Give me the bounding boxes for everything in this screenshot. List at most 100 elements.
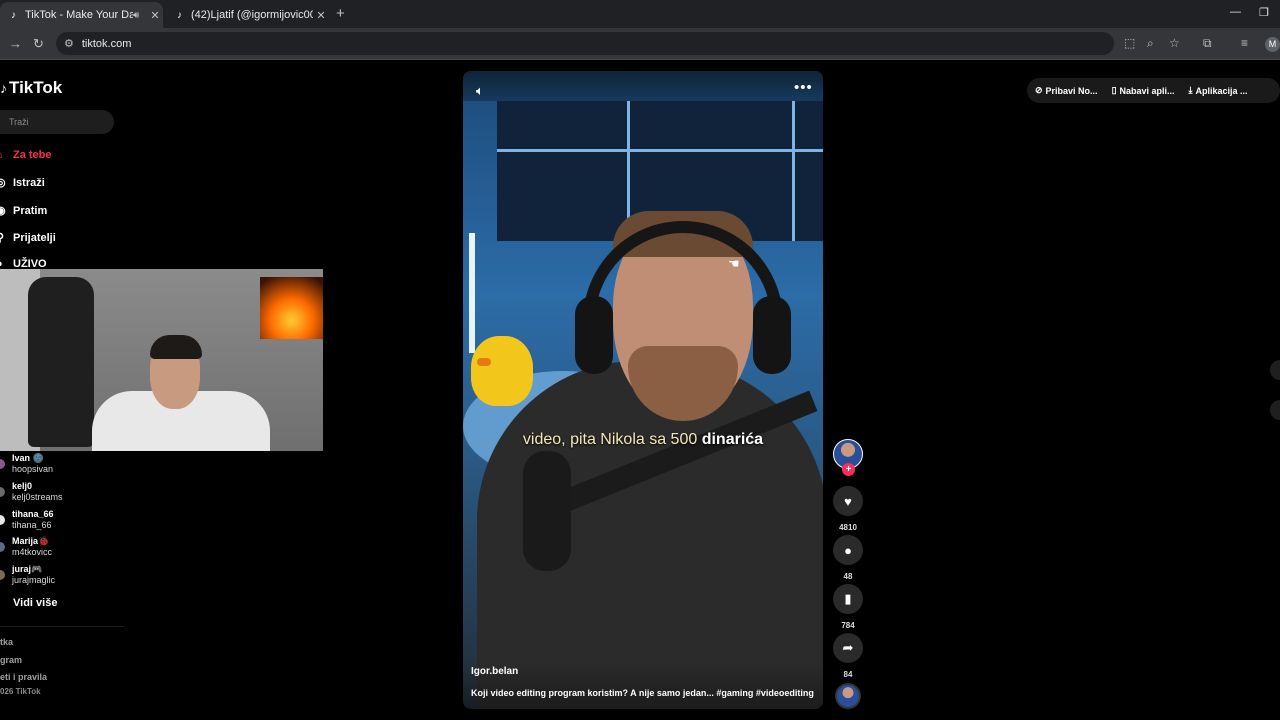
sidebar-item-label: Za tebe xyxy=(13,149,52,161)
sidebar-item-label: Istraži xyxy=(13,176,45,189)
tab-title: (42)Ljatif (@igormijovic00) | Tik xyxy=(191,9,313,21)
sidebar-item-following[interactable]: ◉ Pratim xyxy=(0,204,48,218)
sidebar-item-explore[interactable]: ◎ Istraži xyxy=(0,176,45,190)
account-handle: tihana_66 xyxy=(12,520,52,530)
following-account[interactable]: kelj0 kelj0streams xyxy=(0,481,63,503)
previous-video-button[interactable] xyxy=(1270,360,1280,380)
headphones-ear-left xyxy=(575,296,613,374)
button-label: Nabavi apli... xyxy=(1119,85,1175,96)
subtitle-bold: dinarića xyxy=(701,431,764,448)
like-button[interactable]: ♥ 4810 xyxy=(833,486,863,532)
save-button[interactable]: ▮ 784 xyxy=(833,584,863,630)
zoom-icon[interactable]: ⌕ xyxy=(1147,36,1154,51)
account-handle: m4tkovicc xyxy=(12,547,53,557)
close-tab-icon[interactable]: ✕ xyxy=(313,9,329,22)
avatar xyxy=(0,542,5,552)
video-description[interactable]: Koji video editing program koristim? A n… xyxy=(471,688,814,698)
webcam-overlay xyxy=(0,269,323,451)
microphone xyxy=(523,451,571,571)
avatar xyxy=(0,570,5,580)
webcam-person-hair xyxy=(150,335,202,359)
tab-profile[interactable]: ♪ (42)Ljatif (@igormijovic00) | Tik ✕ xyxy=(166,2,329,28)
account-handle: hoopsivan xyxy=(12,464,54,474)
sidebar-item-label: Prijatelji xyxy=(13,231,56,244)
comment-button[interactable]: ● 48 xyxy=(833,535,863,581)
close-tab-icon[interactable]: ✕ xyxy=(147,9,163,22)
footer-link[interactable]: gram xyxy=(0,655,22,665)
avatar xyxy=(0,459,5,469)
desktop-app-button[interactable]: ⤓ Aplikacija ... xyxy=(1189,85,1248,96)
video-player[interactable]: 🔈︎ ••• video, pita Nikola sa 500 dinarić… xyxy=(463,71,823,709)
follow-plus-icon[interactable]: + xyxy=(842,463,855,476)
more-options-icon[interactable]: ••• xyxy=(794,79,813,96)
comment-count: 48 xyxy=(843,572,853,581)
account-name: Marija🐞 xyxy=(12,536,50,546)
url-field[interactable]: ⚙ tiktok.com xyxy=(56,32,1114,55)
tab-tiktok[interactable]: ♪ TikTok - Make Your Day 🔊︎ ✕ xyxy=(0,2,163,28)
account-name: juraj🎮 xyxy=(12,564,43,574)
tab-title: TikTok - Make Your Day xyxy=(25,9,133,21)
bookmark-star-icon[interactable]: ☆ xyxy=(1169,36,1180,50)
following-account[interactable]: tihana_66 tihana_66 xyxy=(0,509,54,531)
panel-line xyxy=(792,101,795,241)
video-subtitle: video, pita Nikola sa 500 dinarića xyxy=(463,431,823,449)
button-label: Pribavi No... xyxy=(1045,85,1098,96)
account-name: Ivan 🌚 xyxy=(12,453,44,463)
logo-text: TikTok xyxy=(9,78,63,97)
account-handle: kelj0streams xyxy=(12,492,63,502)
video-top-strip xyxy=(463,71,823,101)
comment-icon[interactable]: ● xyxy=(833,535,863,565)
header-actions: ⊘ Pribavi No... ▯ Nabavi apli... ⤓ Aplikaci… xyxy=(1027,78,1280,103)
maximize-icon[interactable]: ❐ xyxy=(1259,6,1269,19)
tiktok-logo[interactable]: ♪ TikTok xyxy=(0,78,62,98)
sidebar-item-for-you[interactable]: ⌂ Za tebe xyxy=(0,149,52,161)
friends-icon: ⚲ xyxy=(0,232,5,244)
phone-icon: ▯ xyxy=(1111,85,1117,95)
mouse-cursor-icon: ☚ xyxy=(728,256,740,271)
minimize-icon[interactable]: — xyxy=(1230,6,1241,18)
extensions-icon[interactable]: ⧉ xyxy=(1203,36,1212,51)
reload-icon[interactable]: ↻ xyxy=(33,36,44,52)
webcam-coat xyxy=(28,277,94,447)
copyright: 026 TikTok xyxy=(0,687,41,696)
tiktok-favicon-icon: ♪ xyxy=(177,9,182,21)
media-controls-icon[interactable]: ≡ xyxy=(1241,36,1248,50)
heart-icon[interactable]: ♥ xyxy=(833,486,863,516)
get-app-button[interactable]: ▯ Nabavi apli... xyxy=(1112,85,1175,96)
download-icon: ⤓ xyxy=(1188,85,1193,95)
music-disc[interactable] xyxy=(835,683,861,709)
bookmark-icon[interactable]: ▮ xyxy=(833,584,863,614)
get-coins-button[interactable]: ⊘ Pribavi No... xyxy=(1035,85,1098,96)
footer-link[interactable]: eti i pravila xyxy=(0,672,47,682)
following-account[interactable]: juraj🎮 jurajmaglic xyxy=(0,564,55,586)
led-light xyxy=(469,233,475,353)
volume-icon[interactable]: 🔈︎ xyxy=(476,83,484,99)
following-icon: ◉ xyxy=(0,205,6,217)
site-info-icon[interactable]: ⚙ xyxy=(64,37,74,50)
panel-line xyxy=(497,149,823,152)
sidebar-item-label: Pratim xyxy=(13,204,48,217)
coin-icon: ⊘ xyxy=(1035,85,1043,95)
rubber-duck-bill xyxy=(477,358,491,366)
compass-icon: ◎ xyxy=(0,177,6,189)
footer-link[interactable]: tka xyxy=(0,637,13,647)
share-button[interactable]: ➦ 84 xyxy=(833,633,863,679)
following-account[interactable]: Ivan 🌚 hoopsivan xyxy=(0,453,53,475)
video-author[interactable]: Igor.belan xyxy=(471,666,518,677)
share-icon[interactable]: ➦ xyxy=(833,633,863,663)
search-input[interactable]: Traži xyxy=(0,110,114,134)
following-account[interactable]: Marija🐞 m4tkovicc xyxy=(0,536,52,558)
avatar xyxy=(0,487,5,497)
audio-icon[interactable]: 🔊︎ xyxy=(133,10,147,21)
avatar xyxy=(0,515,5,525)
like-count: 4810 xyxy=(839,523,857,532)
new-tab-icon[interactable]: + xyxy=(336,5,345,22)
sidebar-item-friends[interactable]: ⚲ Prijatelji xyxy=(0,231,56,245)
next-video-button[interactable] xyxy=(1270,400,1280,420)
profile-avatar-icon[interactable]: M xyxy=(1265,37,1280,52)
forward-icon[interactable]: → xyxy=(9,36,22,51)
see-more-link[interactable]: Vidi više xyxy=(13,597,57,609)
install-app-icon[interactable]: ⬚ xyxy=(1124,36,1135,50)
account-handle: jurajmaglic xyxy=(12,575,56,585)
headphones-ear-right xyxy=(753,296,791,374)
